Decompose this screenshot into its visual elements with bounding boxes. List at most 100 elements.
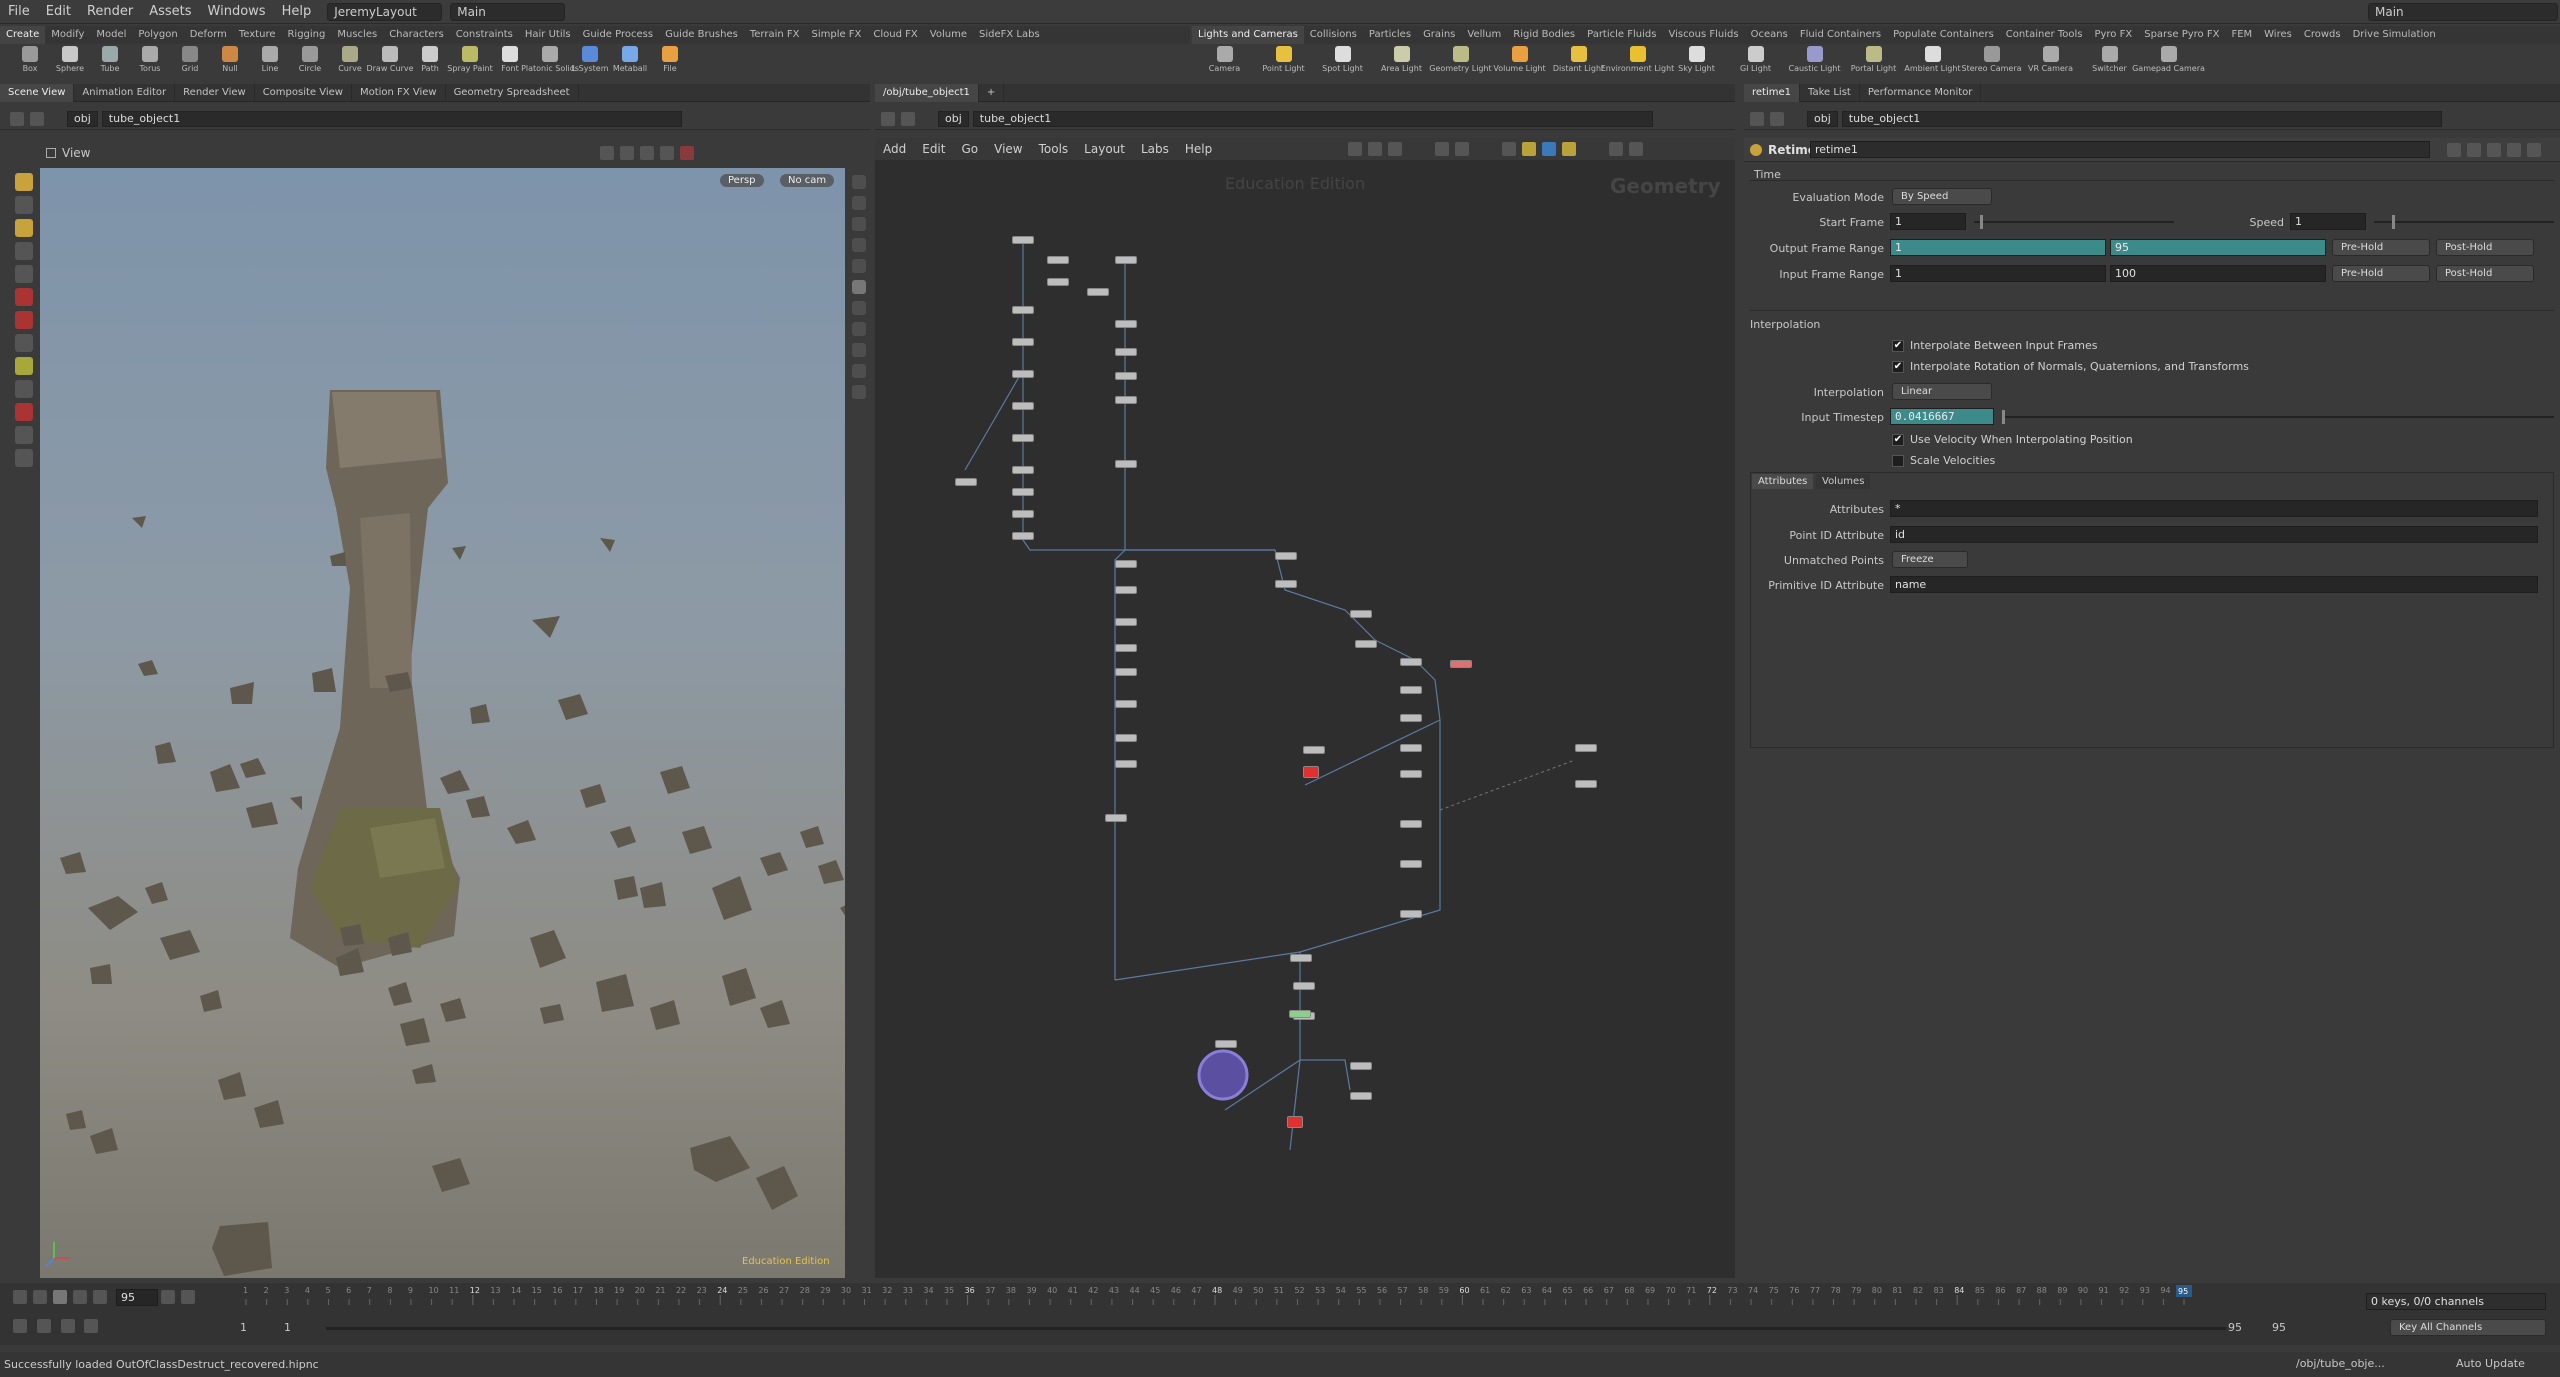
handle-icon[interactable] [15,334,33,352]
back-icon[interactable] [10,111,24,126]
shelf-tab-guide-process[interactable]: Guide Process [577,26,659,44]
shelf-tab-particle-fluids[interactable]: Particle Fluids [1581,26,1662,44]
network-node[interactable] [1293,982,1315,990]
grid-icon[interactable] [852,343,866,357]
add-tab-icon[interactable]: + [979,83,1005,102]
tool-area-light[interactable]: Area Light [1372,44,1431,82]
realtime-icon[interactable] [13,1319,27,1333]
dot-icon[interactable] [1562,142,1576,156]
input-pre-hold-select[interactable]: Pre-Hold [2332,265,2430,282]
tab-animation-editor[interactable]: Animation Editor [74,83,176,102]
network-node[interactable] [1115,586,1137,594]
shelf-tab-pyro-fx[interactable]: Pyro FX [2088,26,2138,44]
shelf-tab-fem[interactable]: FEM [2225,26,2258,44]
shelf-tab-rigging[interactable]: Rigging [281,26,331,44]
menu-help[interactable]: Help [274,0,320,24]
tool-stereo-camera[interactable]: Stereo Camera [1962,44,2022,82]
lock-view-icon[interactable] [852,217,866,231]
tool-grid[interactable]: Grid [170,44,210,82]
network-node[interactable] [1275,552,1297,560]
network-node[interactable] [1012,488,1034,496]
path-node[interactable]: tube_object1 [101,110,682,127]
list-icon[interactable] [1388,142,1402,156]
tool-font[interactable]: Font [490,44,530,82]
output-end-field[interactable]: 95 [2110,239,2326,256]
visibility-icon[interactable] [15,449,33,467]
network-node[interactable] [1350,610,1372,618]
range-end[interactable]: 95 [2272,1321,2286,1334]
shelf-tab-modify[interactable]: Modify [45,26,90,44]
key-all-channels-button[interactable]: Key All Channels [2390,1319,2546,1336]
net-menu-go[interactable]: Go [953,142,986,156]
camera-tool-icon[interactable] [15,380,33,398]
shelf-tab-lights-and-cameras[interactable]: Lights and Cameras [1192,26,1304,44]
network-node[interactable] [1115,700,1137,708]
info-icon-params[interactable] [2507,143,2521,157]
display-node[interactable] [1289,1010,1311,1018]
shelf-tab-guide-brushes[interactable]: Guide Brushes [659,26,744,44]
path-root[interactable]: obj [67,110,98,127]
stop-icon[interactable] [53,1290,67,1304]
network-node[interactable] [1400,820,1422,828]
tool-spot-light[interactable]: Spot Light [1313,44,1372,82]
network-node[interactable] [1105,814,1127,822]
select-tool-icon[interactable] [15,173,33,191]
network-node[interactable] [1047,256,1069,264]
tool-distant-light[interactable]: Distant Light [1549,44,1608,82]
snap-icon[interactable] [620,146,635,160]
sim-icon[interactable] [84,1319,99,1333]
tree-view-icon[interactable] [1455,142,1469,156]
interp-rotation-checkbox[interactable]: ✔ [1892,361,1904,373]
lighting-icon[interactable] [852,280,866,294]
network-node[interactable] [1087,288,1109,296]
network-node[interactable] [1115,644,1137,652]
params-path-root[interactable]: obj [1807,110,1838,127]
use-velocity-checkbox[interactable]: ✔ [1892,434,1904,446]
jump-start-icon[interactable] [13,1290,27,1304]
tool-torus[interactable]: Torus [130,44,170,82]
auto-update-button[interactable]: Auto Update [2456,1357,2525,1370]
tab-scene-view[interactable]: Scene View [0,83,75,102]
tool-curve[interactable]: Curve [330,44,370,82]
render-icon[interactable] [660,146,675,160]
network-node[interactable] [1350,1062,1372,1070]
scale-velocities-checkbox[interactable] [1892,455,1904,467]
tab-render-view[interactable]: Render View [175,83,255,102]
network-node[interactable] [1115,396,1137,404]
pin-icon[interactable] [1368,142,1382,156]
speed-slider-handle[interactable] [2392,215,2395,229]
network-node[interactable] [1400,910,1422,918]
input-end-field[interactable]: 100 [2110,265,2326,282]
prev-key-icon[interactable] [161,1290,175,1304]
timestep-field[interactable]: 0.0416667 [1890,408,1994,425]
shading-icon[interactable] [852,196,866,210]
tool-geometry-light[interactable]: Geometry Light [1429,44,1492,82]
tab-network-path[interactable]: /obj/tube_object1 [875,83,979,102]
network-node[interactable] [1400,714,1422,722]
net-path-root[interactable]: obj [938,110,969,127]
record-icon[interactable] [680,146,695,160]
network-node[interactable] [1115,734,1137,742]
tool-metaball[interactable]: Metaball [610,44,650,82]
tool-null[interactable]: Null [210,44,250,82]
move-icon[interactable] [15,265,33,283]
flagged-node[interactable] [1450,660,1472,668]
network-node[interactable] [1275,580,1297,588]
network-node[interactable] [1303,746,1325,754]
shelf-tab-vellum[interactable]: Vellum [1461,26,1507,44]
prim-id-field[interactable]: name [1890,576,2538,593]
input-start-field[interactable]: 1 [1890,265,2106,282]
shelf-tab-fluid-containers[interactable]: Fluid Containers [1794,26,1887,44]
tool-l-system[interactable]: L-System [570,44,610,82]
tab-motion-fx-view[interactable]: Motion FX View [352,83,446,102]
loop-icon[interactable] [60,1319,75,1333]
sticky-note-icon[interactable] [1522,142,1536,156]
zoom-icon[interactable] [1609,142,1623,156]
timestep-slider[interactable] [2002,410,2554,424]
network-node[interactable] [1115,760,1137,768]
shelf-tab-drive-simulation[interactable]: Drive Simulation [2347,26,2442,44]
net-menu-add[interactable]: Add [875,142,914,156]
jump-end-icon[interactable] [93,1290,107,1304]
network-node[interactable] [1115,560,1137,568]
shelf-tab-grains[interactable]: Grains [1417,26,1461,44]
